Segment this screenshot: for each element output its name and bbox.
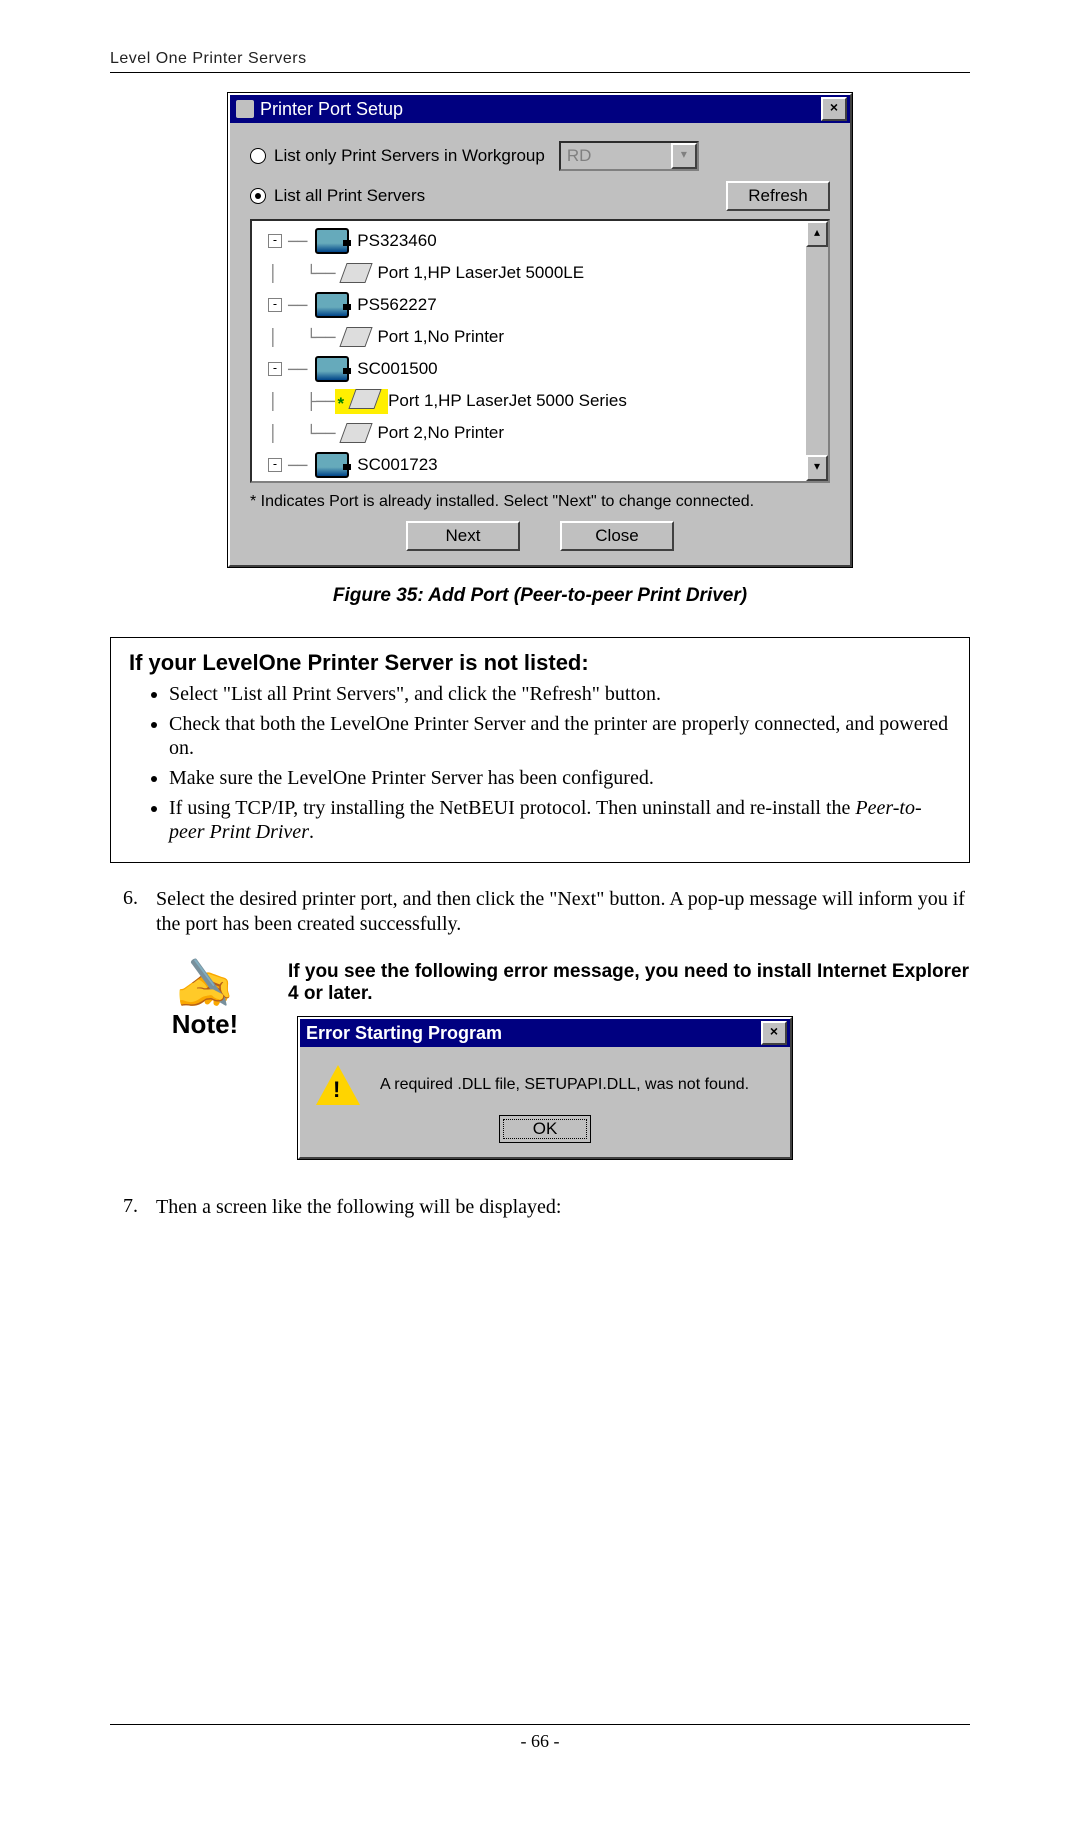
dialog-title: Printer Port Setup [260, 99, 403, 120]
dialog-title: Error Starting Program [306, 1023, 502, 1044]
expand-minus-icon[interactable]: - [268, 362, 282, 376]
tree-server-label: SC001723 [357, 455, 437, 475]
scrollbar[interactable]: ▴ ▾ [806, 221, 828, 481]
info-box: If your LevelOne Printer Server is not l… [110, 637, 970, 863]
radio-all-servers[interactable]: List all Print Servers [250, 186, 425, 206]
radio-all-servers-label: List all Print Servers [274, 186, 425, 206]
tree-server-label: SC001500 [357, 359, 437, 379]
server-icon [315, 452, 349, 478]
print-server-tree[interactable]: ▴ ▾ -──PS323460 │ └──Port 1,HP LaserJet … [250, 219, 830, 483]
tree-server-item[interactable]: -──PS562227 [268, 289, 802, 321]
figure-caption: Figure 35: Add Port (Peer-to-peer Print … [110, 585, 970, 607]
error-dialog: Error Starting Program × A required .DLL… [298, 1017, 792, 1159]
close-icon[interactable]: × [821, 97, 847, 121]
dialog-footnote: * Indicates Port is already installed. S… [250, 493, 830, 511]
next-button[interactable]: Next [406, 521, 520, 551]
printer-port-icon [348, 389, 381, 409]
page-number: - 66 - [521, 1731, 560, 1751]
info-box-list: Select "List all Print Servers", and cli… [169, 682, 951, 844]
note-label: Note! [150, 1009, 260, 1040]
scrollbar-track[interactable] [806, 247, 828, 455]
note-text: If you see the following error message, … [288, 961, 970, 1005]
expand-minus-icon[interactable]: - [268, 298, 282, 312]
tree-server-item[interactable]: -──PS323460 [268, 225, 802, 257]
dialog-titlebar[interactable]: Printer Port Setup × [230, 95, 850, 123]
expand-minus-icon[interactable]: - [268, 458, 282, 472]
chevron-down-icon[interactable]: ▾ [671, 143, 697, 169]
note-block: ✍ Note! If you see the following error m… [150, 961, 970, 1159]
printer-port-icon [340, 327, 373, 347]
info-box-title: If your LevelOne Printer Server is not l… [129, 650, 951, 676]
server-icon [315, 356, 349, 382]
radio-checked-icon [250, 188, 266, 204]
list-item: If using TCP/IP, try installing the NetB… [169, 796, 951, 844]
tree-server-item[interactable]: -──SC001723 [268, 449, 802, 481]
step-number: 7. [110, 1195, 138, 1220]
error-message: A required .DLL file, SETUPAPI.DLL, was … [380, 1076, 749, 1094]
radio-workgroup[interactable]: List only Print Servers in Workgroup [250, 146, 545, 166]
step-body: Then a screen like the following will be… [156, 1195, 970, 1220]
server-icon [315, 228, 349, 254]
list-item: Make sure the LevelOne Printer Server ha… [169, 766, 951, 790]
list-item: Check that both the LevelOne Printer Ser… [169, 712, 951, 760]
step-number: 6. [110, 887, 138, 937]
tree-port-item[interactable]: │ └──Port 2,No Printer [268, 417, 802, 449]
tree-port-item[interactable]: │ ├──*Port 1,HP LaserJet 5000 Series [268, 385, 802, 417]
printer-port-icon [340, 423, 373, 443]
writing-hand-icon: ✍ [150, 961, 260, 1009]
warning-icon [316, 1065, 360, 1105]
header-divider [110, 72, 970, 73]
scroll-down-icon[interactable]: ▾ [806, 455, 828, 481]
radio-unchecked-icon [250, 148, 266, 164]
list-item: Select "List all Print Servers", and cli… [169, 682, 951, 706]
tree-port-item[interactable]: │ └──Port 1,No Printer [268, 321, 802, 353]
footer-divider [110, 1724, 970, 1725]
workgroup-combo[interactable]: RD ▾ [559, 141, 699, 171]
tree-port-item[interactable]: │ └──Port 1,HP LaserJet 5000LE [268, 257, 802, 289]
tree-port-label: Port 2,No Printer [377, 423, 504, 443]
numbered-step-6: 6. Select the desired printer port, and … [110, 887, 970, 937]
radio-workgroup-label: List only Print Servers in Workgroup [274, 146, 545, 166]
tree-server-label: PS323460 [357, 231, 436, 251]
printer-icon [236, 100, 254, 118]
tree-port-label: Port 1,HP LaserJet 5000 Series [388, 391, 627, 411]
close-button[interactable]: Close [560, 521, 674, 551]
printer-port-setup-dialog: Printer Port Setup × List only Print Ser… [228, 93, 852, 567]
numbered-step-7: 7. Then a screen like the following will… [110, 1195, 970, 1220]
workgroup-value: RD [567, 146, 592, 166]
tree-server-label: PS562227 [357, 295, 436, 315]
page-header: Level One Printer Servers [110, 50, 970, 68]
server-icon [315, 292, 349, 318]
close-icon[interactable]: × [761, 1021, 787, 1045]
expand-minus-icon[interactable]: - [268, 234, 282, 248]
dialog-titlebar[interactable]: Error Starting Program × [300, 1019, 790, 1047]
list-text: . [309, 821, 314, 843]
tree-server-item[interactable]: -──SC001500 [268, 353, 802, 385]
scroll-up-icon[interactable]: ▴ [806, 221, 828, 247]
printer-port-icon [340, 263, 373, 283]
tree-port-label: Port 1,No Printer [377, 327, 504, 347]
list-text: If using TCP/IP, try installing the NetB… [169, 797, 855, 819]
ok-button[interactable]: OK [499, 1115, 591, 1143]
tree-port-label: Port 1,HP LaserJet 5000LE [377, 263, 584, 283]
step-body: Select the desired printer port, and the… [156, 887, 970, 937]
refresh-button[interactable]: Refresh [726, 181, 830, 211]
